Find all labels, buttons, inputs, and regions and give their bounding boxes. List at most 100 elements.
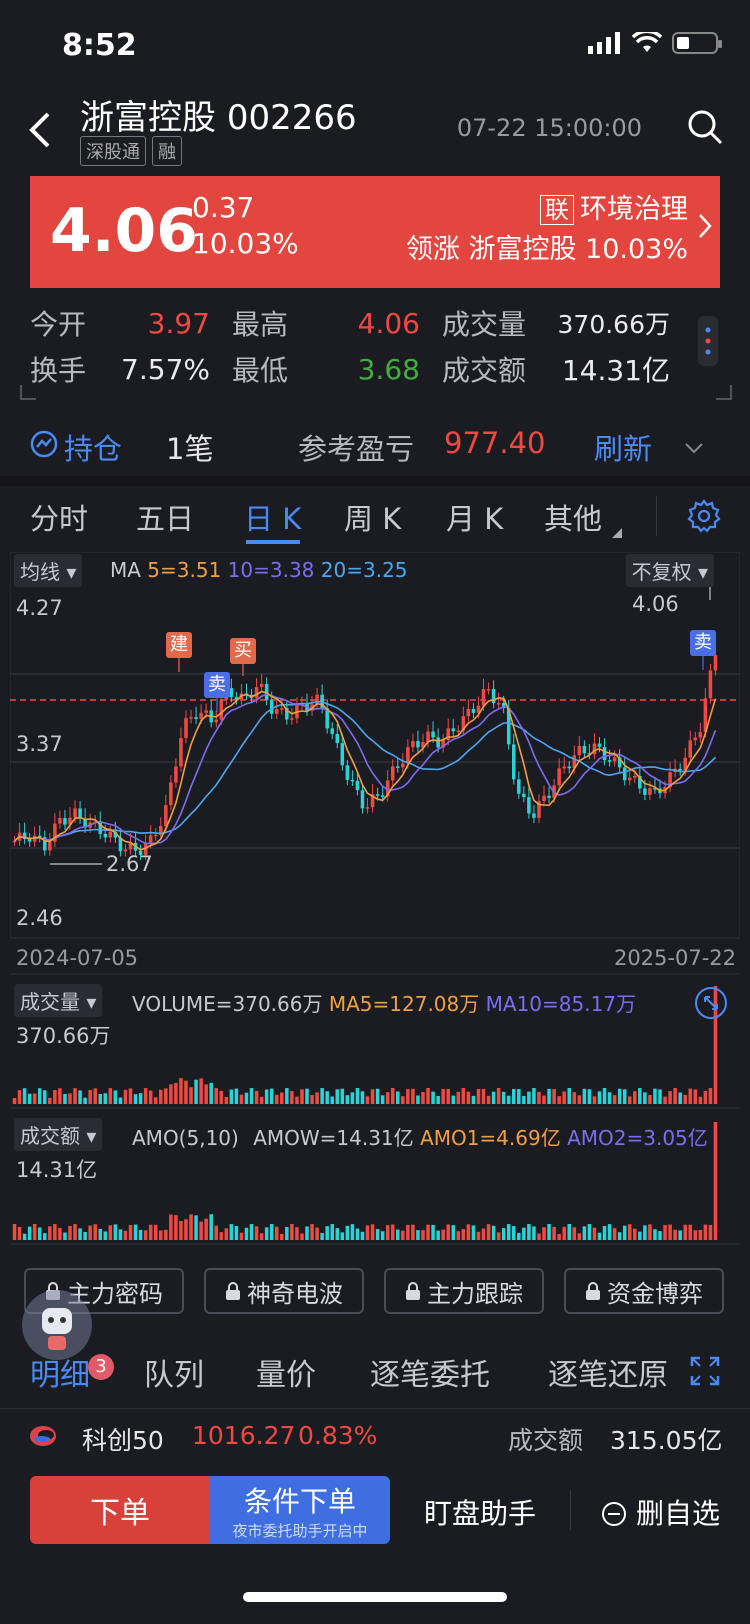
order-button[interactable]: 下单: [30, 1476, 210, 1544]
volume-bar: [249, 1088, 254, 1104]
amount-bar: [607, 1224, 612, 1240]
amount-bar: [683, 1224, 687, 1240]
ma20-line: [13, 700, 717, 842]
volume-value: 370.66万: [557, 310, 670, 339]
home-indicator: [243, 1592, 507, 1602]
corner-bracket-right: [716, 385, 732, 400]
chevron-down-icon[interactable]: [684, 442, 704, 454]
amo1-value: AMO1=4.69亿: [420, 1126, 561, 1150]
volume-bar: [622, 1089, 627, 1104]
tab-queue[interactable]: 队列: [144, 1350, 204, 1394]
volume-bar: [179, 1078, 183, 1104]
tab-tick-restore[interactable]: 逐笔还原: [548, 1350, 668, 1394]
amount-bar: [259, 1233, 264, 1240]
volume-ma10: MA10=85.17万: [485, 992, 637, 1016]
amount-bar: [592, 1227, 597, 1240]
tab-detail[interactable]: 明细: [30, 1350, 90, 1394]
amo2-value: AMO2=3.05亿: [567, 1126, 708, 1150]
volume-bar: [522, 1095, 526, 1104]
candle-body: [496, 703, 501, 705]
volume-bar: [486, 1095, 491, 1104]
date-start: 2024-07-05: [16, 946, 139, 970]
settings-icon[interactable]: [686, 498, 722, 534]
amount-max-label: 14.31亿: [16, 1158, 98, 1182]
amount-bar: [264, 1227, 269, 1240]
expand-chart-icon[interactable]: [694, 986, 728, 1020]
kline-chart-area[interactable]: 建 卖 买 卖 均线 ▾ MA 5=3.51 10=3.38 20=3.25 不…: [10, 552, 740, 1252]
volume-bar: [48, 1097, 52, 1104]
amount-bar: [360, 1231, 365, 1240]
holding-label[interactable]: 持仓: [64, 426, 122, 468]
volume-pill-label: 成交量: [20, 990, 80, 1014]
conditional-order-button[interactable]: 条件下单 夜市委托助手开启中: [210, 1476, 390, 1544]
amount-bar: [532, 1226, 536, 1240]
volume-bar: [617, 1088, 622, 1104]
lock-magic-wave[interactable]: 神奇电波: [204, 1268, 364, 1314]
volume-bar: [153, 1097, 158, 1104]
lock-icon: [586, 1282, 600, 1300]
index-pct: 0.83%: [298, 1421, 378, 1450]
volume-bar: [547, 1088, 551, 1104]
candle-body: [693, 737, 698, 741]
volume-indicator-selector[interactable]: 成交量 ▾: [14, 984, 103, 1017]
volume-bar: [658, 1089, 662, 1104]
amount-bar: [597, 1232, 602, 1240]
amount-bar: [325, 1226, 329, 1240]
candle-body: [401, 763, 405, 768]
volume-bar: [98, 1094, 103, 1104]
price-panel[interactable]: 4.06 0.37 10.03% 联环境治理 领涨 浙富控股 10.03%: [30, 176, 720, 288]
index-ticker-bar[interactable]: 科创50 1016.27 0.83% 成交额 315.05亿: [0, 1408, 750, 1460]
volume-bar: [703, 1090, 708, 1104]
volume-bar: [88, 1089, 92, 1104]
candle-body: [153, 834, 158, 837]
amount-bar: [254, 1226, 259, 1240]
tab-monthly-k[interactable]: 月 K: [446, 486, 503, 538]
tab-five-day[interactable]: 五日: [136, 486, 194, 538]
watch-assistant-button[interactable]: 盯盘助手: [424, 1492, 536, 1532]
amount-bar: [602, 1226, 607, 1240]
volume-bar: [68, 1093, 72, 1104]
volume-bar: [73, 1088, 77, 1104]
volume-bar: [683, 1094, 687, 1104]
volume-bar: [123, 1089, 128, 1104]
volume-bar: [103, 1093, 108, 1104]
tab-order-by-order[interactable]: 逐笔委托: [370, 1350, 490, 1394]
tab-daily-k[interactable]: 日 K: [244, 486, 301, 538]
candle-body: [179, 737, 183, 767]
amo-label: AMO(5,10): [132, 1126, 239, 1150]
volume-bar: [360, 1091, 365, 1104]
amount-bar: [249, 1224, 254, 1240]
tab-intraday[interactable]: 分时: [30, 486, 88, 538]
volume-bar: [43, 1090, 47, 1104]
remove-favorite-button[interactable]: 删自选: [601, 1492, 720, 1532]
indicator-selector[interactable]: 均线 ▾: [14, 554, 83, 587]
leader-name: 浙富控股: [468, 234, 577, 265]
turnover-value: 7.57%: [121, 352, 210, 386]
candle-body: [522, 793, 526, 798]
amount-indicator-selector[interactable]: 成交额 ▾: [14, 1118, 103, 1151]
candle-body: [416, 741, 420, 748]
refresh-button[interactable]: 刷新: [594, 426, 652, 468]
tab-other[interactable]: 其他: [544, 486, 602, 538]
volume-bar: [401, 1096, 405, 1104]
tab-volume-price[interactable]: 量价: [256, 1350, 316, 1394]
volume-bar: [597, 1091, 602, 1104]
more-stats-icon[interactable]: [698, 316, 718, 366]
fullscreen-icon[interactable]: [690, 1356, 720, 1386]
tab-other-dropdown-icon: [612, 528, 622, 538]
corner-bracket-left: [20, 385, 36, 400]
back-icon[interactable]: [26, 110, 52, 161]
lock-main-track[interactable]: 主力跟踪: [384, 1268, 544, 1314]
amount-bar: [562, 1226, 566, 1240]
adjust-selector[interactable]: 不复权 ▾: [625, 554, 714, 587]
amount-bar: [396, 1229, 400, 1240]
lock-fund-game[interactable]: 资金博弈: [564, 1268, 724, 1314]
candle-body: [204, 710, 208, 713]
open-label: 今开: [30, 308, 87, 341]
amount-bar: [522, 1227, 526, 1240]
search-icon[interactable]: [686, 108, 724, 150]
tab-weekly-k[interactable]: 周 K: [344, 486, 401, 538]
candle-body: [547, 795, 551, 798]
candle-body: [511, 744, 516, 780]
candle-body: [12, 840, 17, 843]
